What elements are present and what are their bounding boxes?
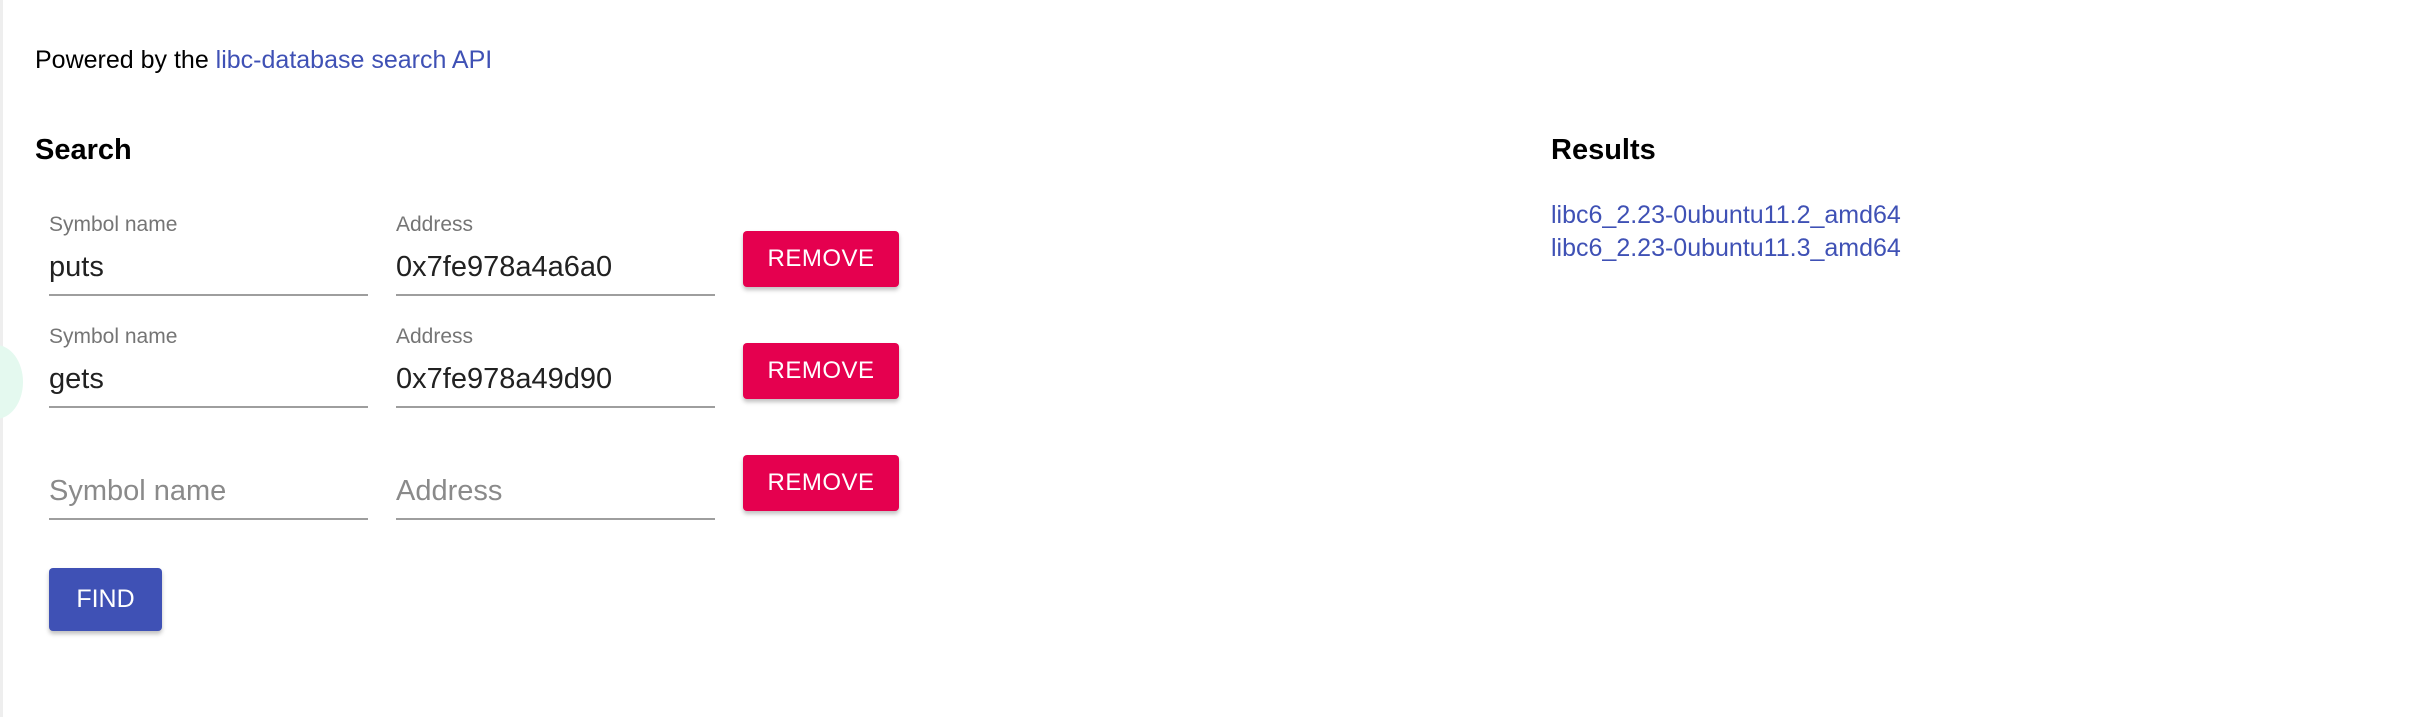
symbol-field-2: Symbol name bbox=[49, 320, 368, 408]
symbol-label-2: Symbol name bbox=[49, 325, 178, 348]
result-item: libc6_2.23-0ubuntu11.3_amd64 bbox=[1551, 232, 1901, 265]
powered-by-text: Powered by the libc-database search API bbox=[35, 43, 492, 77]
powered-by-prefix: Powered by the bbox=[35, 46, 216, 74]
address-input-3[interactable] bbox=[396, 472, 715, 510]
symbol-input-1[interactable] bbox=[49, 248, 368, 286]
result-link-2[interactable]: libc6_2.23-0ubuntu11.3_amd64 bbox=[1551, 234, 1901, 262]
search-row-1: Symbol name Address REMOVE bbox=[49, 208, 909, 300]
address-input-1[interactable] bbox=[396, 248, 715, 286]
page: Powered by the libc-database search API … bbox=[0, 0, 2418, 717]
address-field-1: Address bbox=[396, 208, 715, 296]
address-label-1: Address bbox=[396, 213, 474, 236]
symbol-input-2[interactable] bbox=[49, 360, 368, 398]
find-button[interactable]: FIND bbox=[49, 568, 162, 631]
symbol-label-1: Symbol name bbox=[49, 213, 178, 236]
address-label-2: Address bbox=[396, 325, 474, 348]
search-row-2: Symbol name Address REMOVE bbox=[49, 320, 909, 412]
symbol-input-3[interactable] bbox=[49, 472, 368, 510]
remove-button-3[interactable]: REMOVE bbox=[743, 455, 899, 511]
address-field-3 bbox=[396, 432, 715, 520]
address-input-2[interactable] bbox=[396, 360, 715, 398]
search-row-3: REMOVE bbox=[49, 432, 909, 524]
address-field-2: Address bbox=[396, 320, 715, 408]
result-link-1[interactable]: libc6_2.23-0ubuntu11.2_amd64 bbox=[1551, 201, 1901, 229]
remove-button-1[interactable]: REMOVE bbox=[743, 231, 899, 287]
symbol-field-3 bbox=[49, 432, 368, 520]
result-item: libc6_2.23-0ubuntu11.2_amd64 bbox=[1551, 199, 1901, 232]
remove-button-2[interactable]: REMOVE bbox=[743, 343, 899, 399]
search-title: Search bbox=[35, 134, 132, 166]
side-decoration bbox=[0, 345, 23, 419]
api-link[interactable]: libc-database search API bbox=[216, 46, 493, 74]
symbol-field-1: Symbol name bbox=[49, 208, 368, 296]
results-list: libc6_2.23-0ubuntu11.2_amd64 libc6_2.23-… bbox=[1551, 199, 1901, 265]
results-title: Results bbox=[1551, 134, 1656, 166]
